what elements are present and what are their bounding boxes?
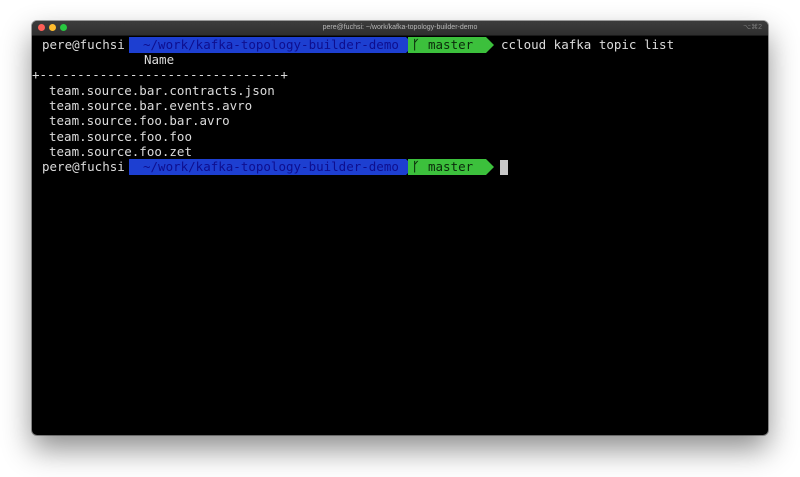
output-header: Name [144,52,175,67]
prompt-user-host: pere@fuchsi [42,159,125,174]
topic-row: team.source.bar.events.avro [49,98,253,113]
prompt-path: ~/work/kafka-topology-builder-demo [129,159,406,175]
prompt-line: pere@fuchsi ~/work/kafka-topology-builde… [32,159,508,175]
title-bar[interactable]: pere@fuchsi: ~/work/kafka-topology-build… [32,21,768,36]
prompt-git-segment: ᚴ master [408,37,486,53]
prompt-branch: master [428,159,474,174]
prompt-user-host: pere@fuchsi [42,37,125,52]
topic-row: team.source.foo.zet [49,144,192,159]
topic-row: team.source.foo.foo [49,129,192,144]
topic-row: team.source.bar.contracts.json [49,83,275,98]
window-title: pere@fuchsi: ~/work/kafka-topology-build… [322,24,478,31]
prompt-git-arrow [486,159,494,175]
output-separator: +--------------------------------+ [32,67,288,82]
prompt-path: ~/work/kafka-topology-builder-demo [129,37,406,53]
prompt-git-segment: ᚴ master [408,159,486,175]
topic-row: team.source.foo.bar.avro [49,113,230,128]
prompt-line: pere@fuchsi ~/work/kafka-topology-builde… [32,37,674,53]
prompt-branch: master [428,37,474,52]
window-shortcut: ⌥⌘2 [743,24,762,31]
terminal-window[interactable]: pere@fuchsi: ~/work/kafka-topology-build… [32,21,768,435]
prompt-git-arrow [486,37,494,53]
git-branch-icon: ᚴ [412,159,420,174]
command-text: ccloud kafka topic list [501,37,675,52]
text-cursor[interactable] [500,160,508,175]
git-branch-icon: ᚴ [412,37,420,52]
